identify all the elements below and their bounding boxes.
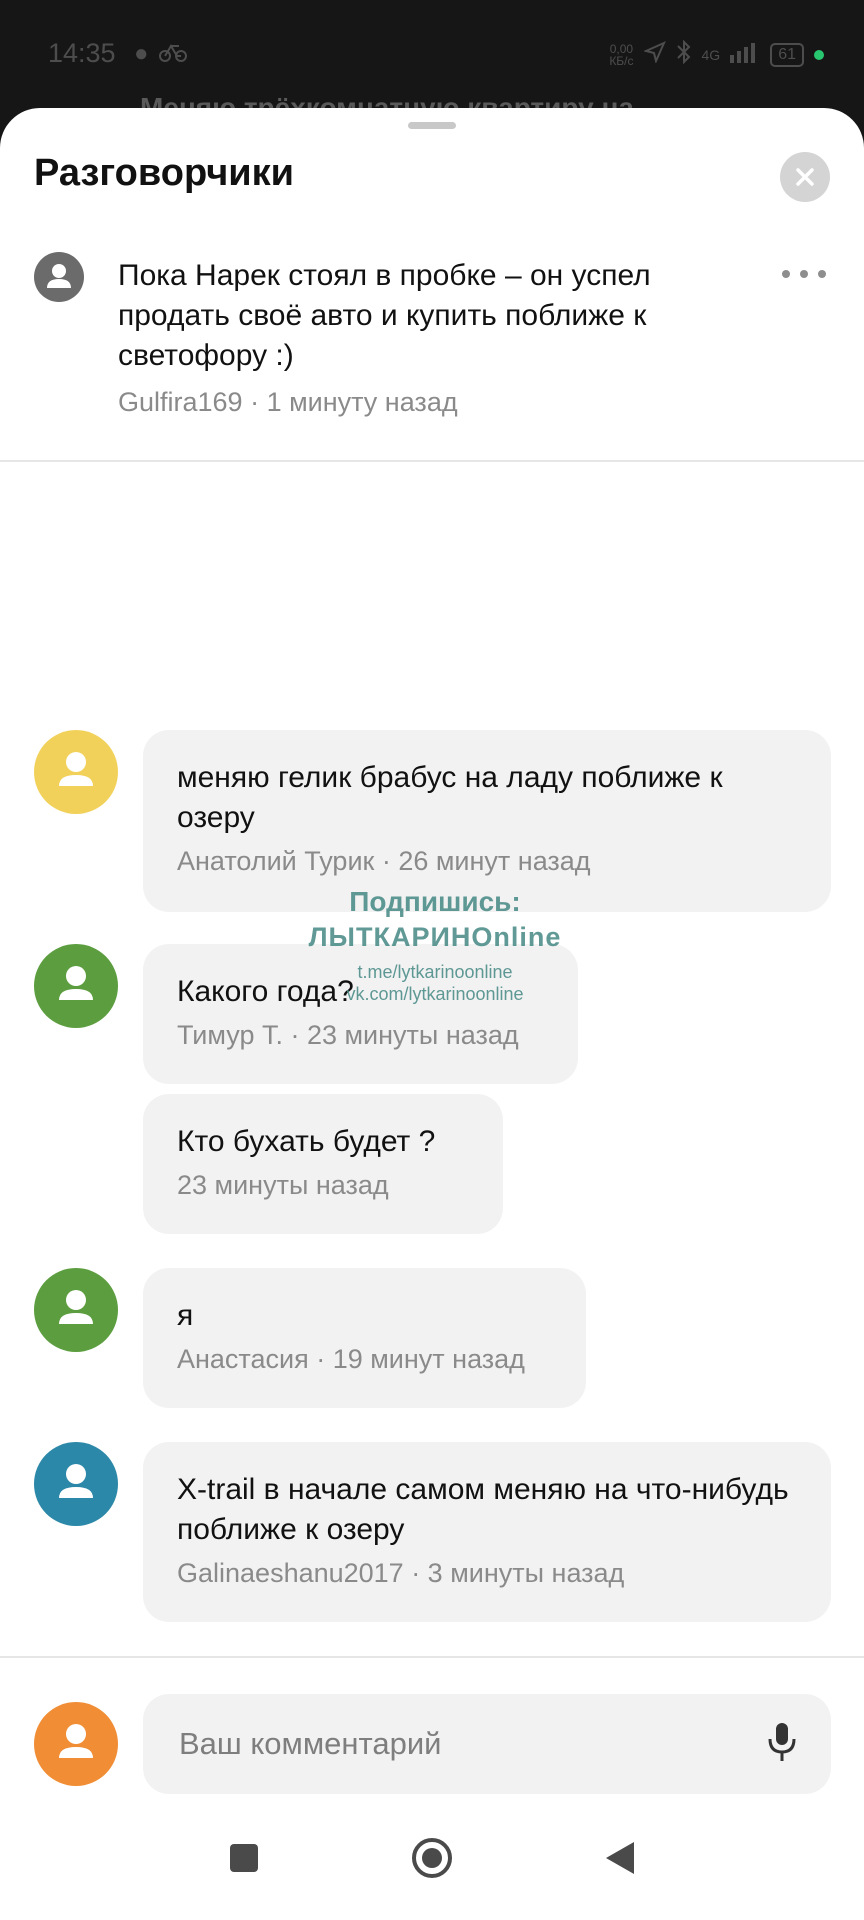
- comment-text: я: [177, 1299, 194, 1332]
- navigation-bar: [0, 1800, 864, 1920]
- user-icon: [59, 752, 93, 786]
- comment-avatar[interactable]: [34, 1268, 118, 1352]
- chat-icon: ●: [134, 40, 149, 67]
- my-avatar[interactable]: [34, 1702, 118, 1786]
- bluetooth-icon: [676, 39, 692, 70]
- comment-meta: Тимур Т. · 23 минуты назад: [177, 1020, 519, 1050]
- comment-bubble[interactable]: Какого года? Тимур Т. · 23 минуты назад: [143, 944, 578, 1084]
- close-button[interactable]: [780, 152, 830, 202]
- status-bar: 14:35 ● 0,00 КБ/с 4G 61 Меняю: [0, 0, 864, 123]
- comment-text: Какого года?: [177, 975, 354, 1008]
- comment-text: Кто бухать будет ?: [177, 1125, 436, 1158]
- comment-avatar[interactable]: [34, 1442, 118, 1526]
- post-avatar[interactable]: [34, 252, 84, 302]
- microphone-icon[interactable]: [767, 1721, 797, 1768]
- dot-icon: [818, 270, 826, 278]
- divider: [0, 1656, 864, 1658]
- battery-indicator: 61: [770, 43, 804, 67]
- privacy-dot: [814, 50, 824, 60]
- comment-meta: Galinaeshanu2017 · 3 минуты назад: [177, 1558, 625, 1588]
- back-button[interactable]: [590, 1828, 650, 1888]
- user-icon: [59, 1290, 93, 1324]
- comment-meta: 23 минуты назад: [177, 1170, 389, 1200]
- screen: 14:35 ● 0,00 КБ/с 4G 61 Меняю: [0, 0, 864, 1920]
- comment-bubble[interactable]: меняю гелик брабус на ладу поближе к озе…: [143, 730, 831, 912]
- status-left-icons: ●: [134, 40, 187, 71]
- comment-bubble[interactable]: X-trail в начале самом меняю на что-нибу…: [143, 1442, 831, 1622]
- drag-handle[interactable]: [408, 122, 456, 129]
- comments-sheet: Разговорчики Пока Нарек стоял в пробке –…: [0, 108, 864, 1920]
- recents-button[interactable]: [214, 1828, 274, 1888]
- post-text: Пока Нарек стоял в пробке – он успел про…: [118, 259, 651, 372]
- bike-icon: [158, 40, 187, 71]
- status-time: 14:35: [48, 38, 116, 68]
- net-speed-unit: КБ/с: [609, 54, 634, 68]
- comment-meta: Анастасия · 19 минут назад: [177, 1344, 525, 1374]
- user-icon: [59, 966, 93, 1000]
- sheet-title: Разговорчики: [34, 152, 295, 194]
- triangle-back-icon: [606, 1842, 634, 1874]
- dot-icon: [800, 270, 808, 278]
- user-icon: [59, 1724, 93, 1758]
- comment-text: X-trail в начале самом меняю на что-нибу…: [177, 1473, 789, 1546]
- more-options-button[interactable]: [782, 264, 826, 284]
- comment-avatar[interactable]: [34, 944, 118, 1028]
- dot-icon: [782, 270, 790, 278]
- divider: [0, 460, 864, 462]
- signal-icon: [730, 41, 760, 69]
- comment-bubble[interactable]: я Анастасия · 19 минут назад: [143, 1268, 586, 1408]
- comment-bubble[interactable]: Кто бухать будет ? 23 минуты назад: [143, 1094, 503, 1234]
- post-meta: Gulfira169 · 1 минуту назад: [118, 387, 458, 417]
- circle-icon: [412, 1838, 452, 1878]
- comment-text: меняю гелик брабус на ладу поближе к озе…: [177, 761, 723, 834]
- home-button[interactable]: [402, 1828, 462, 1888]
- comment-input[interactable]: [177, 1725, 741, 1763]
- comment-avatar[interactable]: [34, 730, 118, 814]
- user-icon: [47, 264, 71, 288]
- status-right: 0,00 КБ/с 4G 61: [609, 39, 824, 70]
- location-icon: [642, 41, 666, 69]
- close-icon: [796, 168, 814, 186]
- square-icon: [230, 1844, 258, 1872]
- user-icon: [59, 1464, 93, 1498]
- comment-meta: Анатолий Турик · 26 минут назад: [177, 846, 591, 876]
- comment-input-box[interactable]: [143, 1694, 831, 1794]
- network-type: 4G: [701, 47, 721, 63]
- net-speed: 0,00 КБ/с: [609, 43, 633, 67]
